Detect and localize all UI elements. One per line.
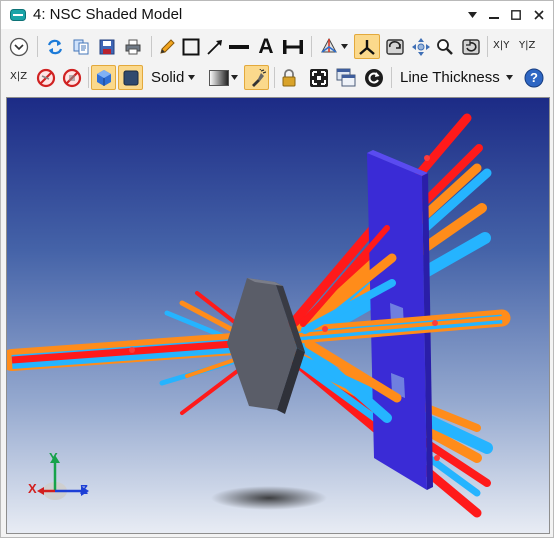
color-gradient-dropdown[interactable] — [206, 65, 240, 90]
arrow-tool-button[interactable] — [204, 34, 226, 59]
chevron-down-icon — [230, 75, 238, 80]
auto-update-button[interactable] — [362, 65, 386, 90]
fit-icon — [386, 38, 404, 55]
save-button[interactable] — [95, 34, 119, 59]
yz-view-button[interactable]: Y|Z — [519, 40, 535, 51]
chevron-down-icon — [467, 12, 477, 18]
lighting-button[interactable] — [244, 65, 269, 90]
rotate-view-icon — [320, 37, 337, 53]
minimize-icon — [489, 17, 499, 19]
line-thickness-dropdown[interactable]: Line Thickness — [400, 66, 513, 89]
refresh-icon — [47, 39, 63, 54]
rectangle-icon — [182, 38, 200, 55]
fullscreen-button[interactable] — [306, 65, 332, 90]
line-icon — [229, 44, 249, 49]
title-bar: 4: NSC Shaded Model — [1, 1, 553, 29]
close-button[interactable] — [529, 5, 549, 25]
zoom-icon — [437, 38, 453, 55]
toolbar-top: A X|Y Y|Z — [1, 31, 553, 62]
gradient-icon — [208, 69, 229, 86]
minimize-button[interactable] — [484, 5, 504, 25]
chevron-circle-icon — [9, 37, 29, 56]
solid-fill-button[interactable] — [118, 65, 143, 90]
render-mode-dropdown[interactable]: Solid — [151, 66, 196, 89]
fullscreen-icon — [310, 68, 328, 87]
rectangle-tool-button[interactable] — [180, 34, 202, 59]
window-app-icon — [10, 9, 26, 21]
pencil-icon — [160, 38, 175, 54]
print-icon — [125, 39, 141, 54]
lock-icon — [282, 68, 296, 86]
pin-dropdown-button[interactable] — [462, 5, 482, 25]
no-objects-button[interactable] — [60, 65, 84, 90]
axis-label-z: Z — [80, 482, 88, 497]
maximize-icon — [511, 10, 521, 20]
flashlight-icon — [251, 68, 266, 87]
fit-view-button[interactable] — [382, 34, 408, 59]
line-tool-button[interactable] — [228, 34, 250, 59]
help-glyph: ? — [530, 70, 538, 85]
windows-icon — [336, 68, 356, 86]
square-fill-icon — [123, 70, 138, 85]
xz-view-button[interactable]: X|Z — [10, 71, 27, 82]
pan-icon — [412, 37, 430, 56]
lens-shadow — [211, 486, 327, 510]
axes-view-button[interactable] — [354, 34, 380, 59]
dimension-tool-button[interactable] — [281, 34, 305, 59]
chevron-down-icon — [188, 75, 196, 80]
text-tool-glyph: A — [258, 34, 274, 58]
maximize-button[interactable] — [506, 5, 526, 25]
axis-label-y: Y — [49, 450, 58, 465]
toolbar-bottom: X|Z Solid Line Thickness ? — [1, 62, 553, 93]
copy-icon — [73, 39, 89, 54]
no-objects-icon — [62, 68, 82, 87]
chevron-down-icon — [340, 44, 348, 49]
render-mode-value: Solid — [151, 69, 185, 86]
reset-icon — [462, 38, 480, 55]
pan-button[interactable] — [410, 34, 432, 59]
no-rays-button[interactable] — [34, 65, 58, 90]
window-title: 4: NSC Shaded Model — [33, 6, 183, 23]
xy-view-button[interactable]: X|Y — [493, 40, 509, 51]
cube-icon — [96, 69, 111, 86]
pencil-tool-button[interactable] — [156, 34, 178, 59]
no-rays-icon — [36, 68, 56, 87]
nsc-shaded-model-window: 4: NSC Shaded Model A X|Y Y|Z X|Z Solid … — [0, 0, 554, 538]
zoom-button[interactable] — [434, 34, 456, 59]
save-icon — [99, 39, 115, 54]
help-button[interactable]: ? — [522, 65, 546, 90]
text-tool-button[interactable]: A — [255, 34, 277, 59]
arrow-icon — [207, 39, 222, 55]
copy-button[interactable] — [69, 34, 93, 59]
refresh-button[interactable] — [43, 34, 67, 59]
shaded-solid-button[interactable] — [91, 65, 116, 90]
dimension-icon — [283, 39, 303, 54]
reset-view-button[interactable] — [459, 34, 483, 59]
lock-button[interactable] — [278, 65, 300, 90]
line-thickness-label: Line Thickness — [400, 69, 500, 86]
axis-label-x: X — [28, 481, 37, 496]
settings-dropdown-button[interactable] — [7, 34, 31, 59]
lens-element — [227, 278, 305, 414]
print-button[interactable] — [121, 34, 145, 59]
rotate-view-dropdown[interactable] — [316, 34, 350, 59]
chevron-down-icon — [505, 75, 513, 80]
shaded-model-viewport[interactable]: Y X Z — [6, 97, 550, 534]
close-icon — [534, 10, 544, 20]
axes-icon — [359, 39, 375, 55]
window-options-button[interactable] — [334, 65, 358, 90]
update-icon — [365, 68, 383, 87]
axis-triad — [37, 455, 89, 500]
